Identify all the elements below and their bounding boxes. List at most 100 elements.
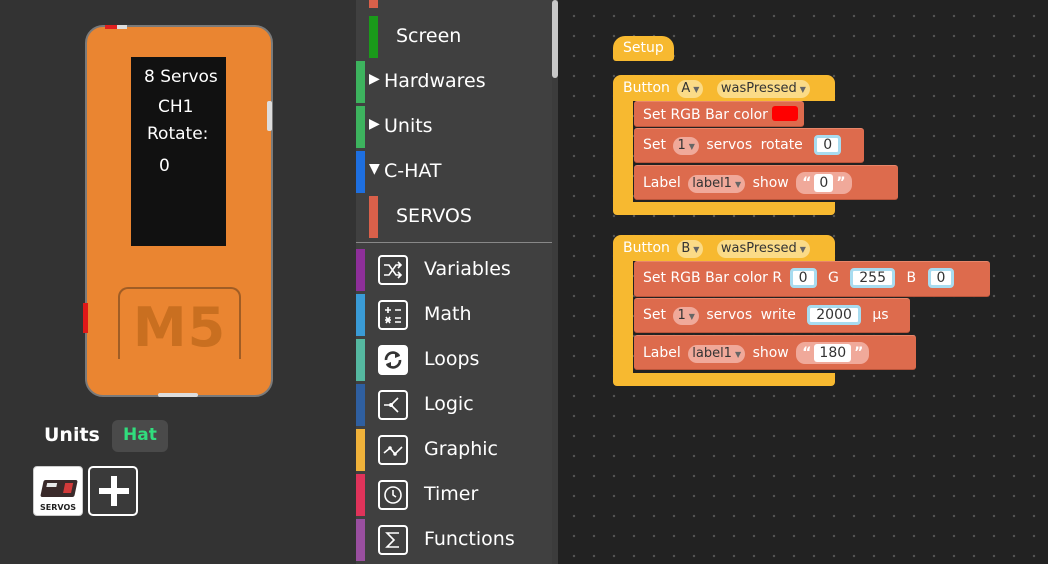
event-select-dropdown[interactable]: wasPressed ▼: [716, 240, 810, 258]
category-item-previous[interactable]: [356, 0, 552, 8]
servo-rotate-block[interactable]: Set 1 ▼ servos rotate 0: [634, 128, 864, 163]
category-item-timer[interactable]: Timer: [356, 474, 552, 516]
loop-arrows-icon: [378, 345, 408, 375]
color-swatch[interactable]: [771, 106, 798, 121]
category-item-c-hat[interactable]: ▼ C-HAT: [356, 151, 552, 193]
open-quote: “: [802, 345, 812, 361]
set-rgb-color-block[interactable]: Set RGB Bar color: [634, 101, 804, 127]
label-select-dropdown[interactable]: label1 ▼: [688, 345, 746, 363]
category-label: Graphic: [424, 438, 499, 460]
close-quote: ”: [854, 345, 864, 361]
servos-word: servos: [706, 137, 753, 153]
category-item-units[interactable]: ▶ Units: [356, 106, 552, 148]
dropdown-value: label1: [692, 176, 732, 191]
label-word: Label: [643, 345, 681, 361]
text-input[interactable]: “180”: [796, 342, 870, 364]
category-label: Functions: [424, 528, 515, 550]
category-item-loops[interactable]: Loops: [356, 339, 552, 381]
set-word: Set: [643, 307, 666, 323]
device-bottom-port: [158, 393, 198, 397]
dropdown-value: wasPressed: [720, 241, 797, 256]
event-c-bottom: [613, 202, 835, 215]
text-value[interactable]: 180: [814, 344, 852, 362]
dropdown-value: A: [681, 81, 691, 96]
rgb-label: Set RGB Bar color R: [643, 270, 783, 286]
setup-block[interactable]: Setup: [613, 36, 674, 61]
servo-write-block[interactable]: Set 1 ▼ servos write 2000 μs: [634, 298, 910, 333]
event-select-dropdown[interactable]: wasPressed ▼: [716, 80, 810, 98]
blue-value-input[interactable]: 0: [927, 268, 955, 288]
label-show-block[interactable]: Label label1 ▼ show “0”: [634, 165, 898, 200]
button-select-dropdown[interactable]: B ▼: [677, 240, 704, 258]
expand-arrow-icon: ▶: [369, 116, 380, 132]
screen-line-2: CH1: [158, 97, 194, 117]
servos-unit-caption: SERVOS: [40, 503, 76, 512]
device-panel: 8 Servos CH1 Rotate: 0 M5 Units Hat SERV…: [0, 0, 356, 564]
servo-number-dropdown[interactable]: 1 ▼: [673, 137, 699, 155]
screen-line-4: 0: [159, 156, 170, 176]
device-side-button-left: [83, 303, 88, 333]
action-word: rotate: [760, 137, 803, 153]
category-stripe: [356, 61, 365, 103]
category-label: Timer: [424, 483, 479, 505]
device-top-led: [105, 25, 117, 29]
category-item-hardwares[interactable]: ▶ Hardwares: [356, 61, 552, 103]
clock-icon: [378, 480, 408, 510]
red-value-input[interactable]: 0: [789, 268, 817, 288]
m5-logo: M5: [132, 296, 227, 359]
category-divider: [356, 242, 552, 243]
label-select-dropdown[interactable]: label1 ▼: [688, 175, 746, 193]
action-word: write: [760, 307, 796, 323]
dropdown-value: label1: [692, 346, 732, 361]
dropdown-value: B: [681, 241, 691, 256]
category-label: Logic: [424, 393, 474, 415]
category-stripe: [369, 16, 378, 58]
category-sidebar: Screen ▶ Hardwares ▶ Units ▼ C-HAT SERVO…: [356, 0, 552, 564]
close-quote: ”: [836, 175, 846, 191]
category-stripe: [356, 339, 365, 381]
dropdown-value: 1: [677, 308, 686, 323]
servo-number-dropdown[interactable]: 1 ▼: [673, 307, 699, 325]
category-item-variables[interactable]: Variables: [356, 249, 552, 291]
button-select-dropdown[interactable]: A ▼: [677, 80, 704, 98]
tab-units[interactable]: Units: [36, 420, 108, 452]
category-item-math[interactable]: Math: [356, 294, 552, 336]
category-item-screen[interactable]: Screen: [356, 16, 552, 58]
category-label: SERVOS: [396, 205, 472, 227]
category-item-graphic[interactable]: Graphic: [356, 429, 552, 471]
sigma-icon: [378, 525, 408, 555]
category-stripe: [369, 196, 378, 238]
dropdown-value: wasPressed: [720, 81, 797, 96]
dropdown-value: 1: [677, 138, 686, 153]
tab-hat[interactable]: Hat: [112, 420, 168, 452]
category-item-servos[interactable]: SERVOS: [356, 196, 552, 238]
category-label: Variables: [424, 258, 511, 280]
servos-unit-thumbnail[interactable]: SERVOS: [33, 466, 83, 516]
rotate-value-input[interactable]: 0: [814, 135, 842, 155]
text-value[interactable]: 0: [814, 174, 834, 192]
write-value-input[interactable]: 2000: [807, 305, 861, 325]
green-value-input[interactable]: 255: [850, 268, 895, 288]
device-screen: 8 Servos CH1 Rotate: 0: [131, 57, 226, 246]
category-stripe: [356, 519, 365, 561]
text-input[interactable]: “0”: [796, 172, 852, 194]
rgb-label: Set RGB Bar color: [643, 107, 768, 123]
category-item-logic[interactable]: Logic: [356, 384, 552, 426]
label-show-block[interactable]: Label label1 ▼ show “180”: [634, 335, 916, 370]
category-label: C-HAT: [384, 160, 442, 182]
category-item-functions[interactable]: Functions: [356, 519, 552, 561]
add-unit-button[interactable]: [88, 466, 138, 516]
category-label: Loops: [424, 348, 480, 370]
category-stripe: [356, 106, 365, 148]
set-rgb-values-block[interactable]: Set RGB Bar color R 0 G 255 B 0: [634, 261, 990, 297]
open-quote: “: [802, 175, 812, 191]
button-a-event-header: Button A ▼ wasPressed ▼: [613, 75, 835, 101]
category-stripe: [356, 429, 365, 471]
event-c-side: [613, 101, 633, 202]
category-label: Units: [384, 115, 433, 137]
collapse-arrow-icon: ▼: [369, 161, 380, 177]
category-stripe: [356, 384, 365, 426]
category-label: Screen: [396, 25, 462, 47]
blocks-workspace[interactable]: Setup Button A ▼ wasPressed ▼ Set RGB Bar …: [558, 0, 1048, 564]
unit-label: μs: [872, 307, 889, 323]
